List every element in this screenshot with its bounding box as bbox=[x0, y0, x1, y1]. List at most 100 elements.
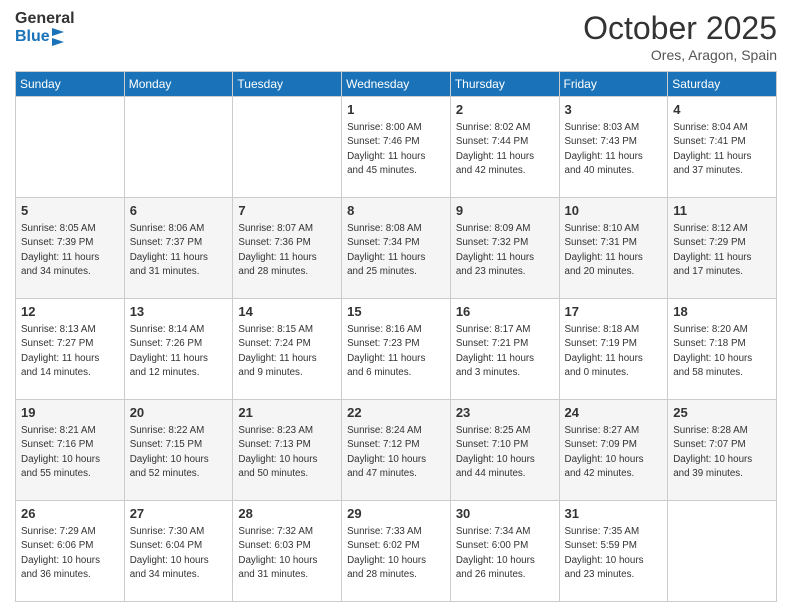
day-info: Sunrise: 8:13 AMSunset: 7:27 PMDaylight:… bbox=[21, 323, 119, 380]
calendar-cell: 3 Sunrise: 8:03 AMSunset: 7:43 PMDaylight… bbox=[559, 97, 668, 198]
day-info: Sunrise: 7:35 AMSunset: 5:59 PMDaylight:… bbox=[565, 525, 663, 582]
calendar-cell: 13 Sunrise: 8:14 AMSunset: 7:26 PMDayligh… bbox=[124, 299, 233, 400]
day-info: Sunrise: 8:04 AMSunset: 7:41 PMDaylight:… bbox=[673, 121, 771, 178]
day-info: Sunrise: 8:00 AMSunset: 7:46 PMDaylight:… bbox=[347, 121, 445, 178]
title-block: October 2025 Ores, Aragon, Spain bbox=[583, 10, 777, 63]
day-number: 10 bbox=[565, 202, 663, 220]
day-info: Sunrise: 7:29 AMSunset: 6:06 PMDaylight:… bbox=[21, 525, 119, 582]
month-title: October 2025 bbox=[583, 10, 777, 47]
day-number: 7 bbox=[238, 202, 336, 220]
day-number: 6 bbox=[130, 202, 228, 220]
day-number: 11 bbox=[673, 202, 771, 220]
day-info: Sunrise: 8:02 AMSunset: 7:44 PMDaylight:… bbox=[456, 121, 554, 178]
header-saturday: Saturday bbox=[668, 72, 777, 97]
calendar-cell: 16Sunrise: 8:17 AMSunset: 7:21 PMDayligh… bbox=[450, 299, 559, 400]
calendar-cell: 9 Sunrise: 8:09 AMSunset: 7:32 PMDaylight… bbox=[450, 198, 559, 299]
day-number: 26 bbox=[21, 505, 119, 523]
calendar-table: Sunday Monday Tuesday Wednesday Thursday… bbox=[15, 71, 777, 602]
calendar-cell: 30Sunrise: 7:34 AMSunset: 6:00 PMDayligh… bbox=[450, 501, 559, 602]
calendar-week-2: 5 Sunrise: 8:05 AMSunset: 7:39 PMDaylight… bbox=[16, 198, 777, 299]
weekday-header-row: Sunday Monday Tuesday Wednesday Thursday… bbox=[16, 72, 777, 97]
day-number: 30 bbox=[456, 505, 554, 523]
day-number: 8 bbox=[347, 202, 445, 220]
calendar-cell: 29Sunrise: 7:33 AMSunset: 6:02 PMDayligh… bbox=[342, 501, 451, 602]
header-thursday: Thursday bbox=[450, 72, 559, 97]
day-info: Sunrise: 7:30 AMSunset: 6:04 PMDaylight:… bbox=[130, 525, 228, 582]
day-number: 19 bbox=[21, 404, 119, 422]
day-info: Sunrise: 8:23 AMSunset: 7:13 PMDaylight:… bbox=[238, 424, 336, 481]
calendar-cell: 21 Sunrise: 8:23 AMSunset: 7:13 PMDayligh… bbox=[233, 400, 342, 501]
calendar-cell: 11 Sunrise: 8:12 AMSunset: 7:29 PMDayligh… bbox=[668, 198, 777, 299]
day-info: Sunrise: 8:09 AMSunset: 7:32 PMDaylight:… bbox=[456, 222, 554, 279]
calendar-week-4: 19 Sunrise: 8:21 AMSunset: 7:16 PMDayligh… bbox=[16, 400, 777, 501]
day-number: 24 bbox=[565, 404, 663, 422]
day-number: 22 bbox=[347, 404, 445, 422]
calendar-week-3: 12 Sunrise: 8:13 AMSunset: 7:27 PMDayligh… bbox=[16, 299, 777, 400]
day-info: Sunrise: 8:24 AMSunset: 7:12 PMDaylight:… bbox=[347, 424, 445, 481]
day-number: 18 bbox=[673, 303, 771, 321]
day-info: Sunrise: 8:10 AMSunset: 7:31 PMDaylight:… bbox=[565, 222, 663, 279]
calendar-cell bbox=[124, 97, 233, 198]
calendar-cell: 10 Sunrise: 8:10 AMSunset: 7:31 PMDayligh… bbox=[559, 198, 668, 299]
calendar-cell: 22 Sunrise: 8:24 AMSunset: 7:12 PMDayligh… bbox=[342, 400, 451, 501]
calendar-cell: 24 Sunrise: 8:27 AMSunset: 7:09 PMDayligh… bbox=[559, 400, 668, 501]
day-number: 13 bbox=[130, 303, 228, 321]
calendar-cell: 2 Sunrise: 8:02 AMSunset: 7:44 PMDaylight… bbox=[450, 97, 559, 198]
day-number: 20 bbox=[130, 404, 228, 422]
day-info: Sunrise: 8:06 AMSunset: 7:37 PMDaylight:… bbox=[130, 222, 228, 279]
day-number: 21 bbox=[238, 404, 336, 422]
logo: GeneralBlue bbox=[15, 10, 75, 46]
calendar-cell: 23 Sunrise: 8:25 AMSunset: 7:10 PMDayligh… bbox=[450, 400, 559, 501]
day-number: 2 bbox=[456, 101, 554, 119]
calendar-cell: 20Sunrise: 8:22 AMSunset: 7:15 PMDayligh… bbox=[124, 400, 233, 501]
day-number: 14 bbox=[238, 303, 336, 321]
day-number: 31 bbox=[565, 505, 663, 523]
day-number: 9 bbox=[456, 202, 554, 220]
day-number: 25 bbox=[673, 404, 771, 422]
day-info: Sunrise: 8:20 AMSunset: 7:18 PMDaylight:… bbox=[673, 323, 771, 380]
calendar-cell: 27 Sunrise: 7:30 AMSunset: 6:04 PMDayligh… bbox=[124, 501, 233, 602]
day-info: Sunrise: 8:12 AMSunset: 7:29 PMDaylight:… bbox=[673, 222, 771, 279]
page: GeneralBlue October 2025 Ores, Aragon, S… bbox=[0, 0, 792, 612]
calendar-cell: 14 Sunrise: 8:15 AMSunset: 7:24 PMDayligh… bbox=[233, 299, 342, 400]
day-info: Sunrise: 8:05 AMSunset: 7:39 PMDaylight:… bbox=[21, 222, 119, 279]
calendar-cell: 1 Sunrise: 8:00 AMSunset: 7:46 PMDaylight… bbox=[342, 97, 451, 198]
day-info: Sunrise: 8:28 AMSunset: 7:07 PMDaylight:… bbox=[673, 424, 771, 481]
calendar-cell: 12 Sunrise: 8:13 AMSunset: 7:27 PMDayligh… bbox=[16, 299, 125, 400]
day-number: 3 bbox=[565, 101, 663, 119]
calendar-cell: 25 Sunrise: 8:28 AMSunset: 7:07 PMDayligh… bbox=[668, 400, 777, 501]
day-info: Sunrise: 7:32 AMSunset: 6:03 PMDaylight:… bbox=[238, 525, 336, 582]
calendar-cell: 19 Sunrise: 8:21 AMSunset: 7:16 PMDayligh… bbox=[16, 400, 125, 501]
header: GeneralBlue October 2025 Ores, Aragon, S… bbox=[15, 10, 777, 63]
calendar-cell: 26 Sunrise: 7:29 AMSunset: 6:06 PMDayligh… bbox=[16, 501, 125, 602]
day-info: Sunrise: 8:03 AMSunset: 7:43 PMDaylight:… bbox=[565, 121, 663, 178]
header-wednesday: Wednesday bbox=[342, 72, 451, 97]
day-number: 27 bbox=[130, 505, 228, 523]
day-number: 1 bbox=[347, 101, 445, 119]
header-monday: Monday bbox=[124, 72, 233, 97]
day-info: Sunrise: 8:25 AMSunset: 7:10 PMDaylight:… bbox=[456, 424, 554, 481]
day-number: 5 bbox=[21, 202, 119, 220]
calendar-cell bbox=[16, 97, 125, 198]
calendar-cell: 5 Sunrise: 8:05 AMSunset: 7:39 PMDaylight… bbox=[16, 198, 125, 299]
calendar-cell: 4 Sunrise: 8:04 AMSunset: 7:41 PMDaylight… bbox=[668, 97, 777, 198]
day-number: 23 bbox=[456, 404, 554, 422]
day-info: Sunrise: 8:14 AMSunset: 7:26 PMDaylight:… bbox=[130, 323, 228, 380]
day-info: Sunrise: 8:07 AMSunset: 7:36 PMDaylight:… bbox=[238, 222, 336, 279]
day-number: 4 bbox=[673, 101, 771, 119]
header-sunday: Sunday bbox=[16, 72, 125, 97]
calendar-cell: 28Sunrise: 7:32 AMSunset: 6:03 PMDayligh… bbox=[233, 501, 342, 602]
calendar-cell: 17Sunrise: 8:18 AMSunset: 7:19 PMDayligh… bbox=[559, 299, 668, 400]
day-number: 17 bbox=[565, 303, 663, 321]
calendar-cell: 15Sunrise: 8:16 AMSunset: 7:23 PMDayligh… bbox=[342, 299, 451, 400]
calendar-cell bbox=[233, 97, 342, 198]
day-info: Sunrise: 7:33 AMSunset: 6:02 PMDaylight:… bbox=[347, 525, 445, 582]
calendar-cell: 7 Sunrise: 8:07 AMSunset: 7:36 PMDaylight… bbox=[233, 198, 342, 299]
calendar-cell: 31 Sunrise: 7:35 AMSunset: 5:59 PMDayligh… bbox=[559, 501, 668, 602]
day-info: Sunrise: 8:27 AMSunset: 7:09 PMDaylight:… bbox=[565, 424, 663, 481]
day-info: Sunrise: 8:17 AMSunset: 7:21 PMDaylight:… bbox=[456, 323, 554, 380]
day-info: Sunrise: 8:21 AMSunset: 7:16 PMDaylight:… bbox=[21, 424, 119, 481]
day-info: Sunrise: 8:15 AMSunset: 7:24 PMDaylight:… bbox=[238, 323, 336, 380]
day-number: 12 bbox=[21, 303, 119, 321]
calendar-week-5: 26 Sunrise: 7:29 AMSunset: 6:06 PMDayligh… bbox=[16, 501, 777, 602]
